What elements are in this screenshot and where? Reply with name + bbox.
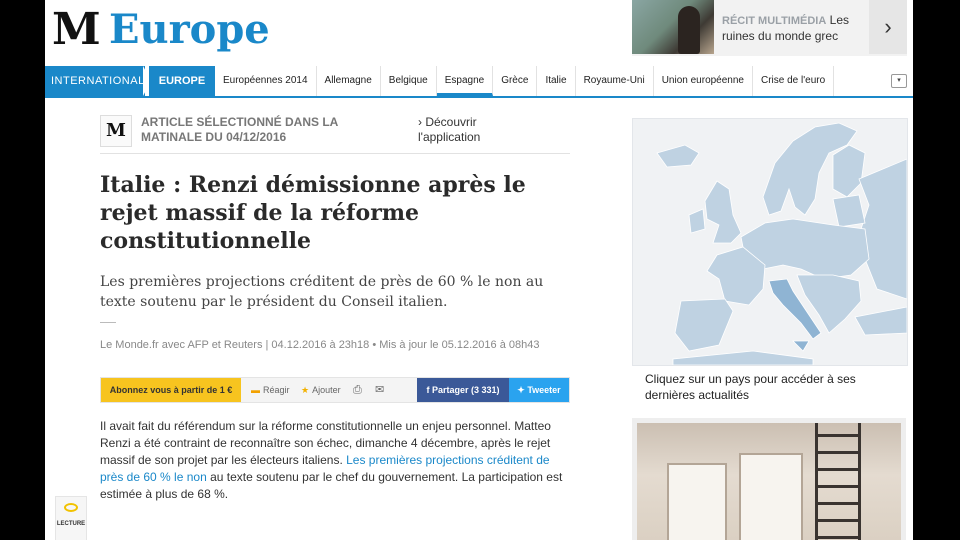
nav-subsections: Européennes 2014 Allemagne Belgique Espa… [215, 66, 835, 96]
nav-europe[interactable]: EUROPE [149, 66, 215, 96]
reading-mode-button[interactable]: LECTURE [55, 496, 87, 540]
le-monde-logo[interactable]: M [52, 4, 101, 55]
related-photo[interactable] [632, 418, 906, 540]
article-lead: Les premières projections créditent de p… [100, 274, 544, 310]
article-title: Italie : Renzi démissionne après le reje… [100, 172, 526, 254]
promo-card[interactable]: RÉCIT MULTIMÉDIA Les ruines du monde gre… [632, 0, 907, 56]
star-icon: ★ [301, 385, 310, 395]
article-meta: Le Monde.fr avec AFP et Reuters | 04.12.… [100, 339, 540, 351]
promo-thumbnail[interactable] [632, 0, 714, 54]
nav-international[interactable]: INTERNATIONAL [45, 66, 145, 96]
comment-icon: ▬ [251, 385, 260, 395]
photo-window-left [667, 463, 727, 540]
twitter-share-label: Tweeter [527, 385, 561, 395]
facebook-share-button[interactable]: f Partager (3 331) [417, 378, 509, 402]
photo-ladder [815, 423, 861, 540]
matinale-logo: M [100, 115, 132, 147]
promo-text[interactable]: RÉCIT MULTIMÉDIA Les ruines du monde gre… [722, 13, 872, 44]
europe-map-svg[interactable] [633, 119, 907, 365]
article-body: Il avait fait du référendum sur la réfor… [100, 418, 570, 503]
map-country-baltics[interactable] [832, 194, 866, 228]
section-title[interactable]: Europe [109, 6, 270, 53]
twitter-icon: ✦ [517, 385, 528, 395]
nav-item-royaume-uni[interactable]: Royaume-Uni [576, 66, 654, 96]
page: M Europe RÉCIT MULTIMÉDIA Les ruines du … [45, 0, 913, 540]
divider [100, 322, 116, 323]
photo-interior-image [637, 423, 901, 540]
section-nav: INTERNATIONAL EUROPE Européennes 2014 Al… [45, 66, 913, 98]
eye-icon [64, 503, 78, 512]
reading-mode-label: LECTURE [56, 521, 86, 527]
react-label: Réagir [263, 385, 290, 395]
add-label: Ajouter [312, 385, 341, 395]
react-button[interactable]: ▬ Réagir [251, 378, 290, 402]
photo-window-right [739, 453, 803, 540]
nav-item-italie[interactable]: Italie [537, 66, 576, 96]
nav-item-europeennes-2014[interactable]: Européennes 2014 [215, 66, 317, 96]
nav-item-allemagne[interactable]: Allemagne [317, 66, 381, 96]
promo-kicker: RÉCIT MULTIMÉDIA [722, 15, 827, 27]
nav-item-union-europeenne[interactable]: Union européenne [654, 66, 753, 96]
nav-item-espagne[interactable]: Espagne [436, 66, 494, 96]
subscribe-button[interactable]: Abonnez vous à partir de 1 € [101, 378, 241, 402]
add-button[interactable]: ★ Ajouter [301, 378, 341, 402]
matinale-selection: M ARTICLE SÉLECTIONNÉ DANS LA MATINALE D… [100, 113, 570, 154]
twitter-share-button[interactable]: ✦ Tweeter [509, 378, 569, 402]
europe-map[interactable] [632, 118, 908, 366]
email-icon[interactable]: ✉ [375, 378, 384, 402]
chevron-right-icon[interactable]: › [869, 0, 907, 54]
nav-dropdown-toggle[interactable]: ▾ [891, 74, 907, 88]
facebook-share-label: Partager (3 331) [431, 385, 500, 395]
discover-app-link[interactable]: › Découvrir l'application [418, 115, 518, 145]
map-caption: Cliquez sur un pays pour accéder à ses d… [645, 372, 856, 402]
nav-item-crise-euro[interactable]: Crise de l'euro [753, 66, 835, 96]
nav-item-grece[interactable]: Grèce [493, 66, 538, 96]
article-actions: Abonnez vous à partir de 1 € ▬ Réagir ★ Aj… [100, 377, 570, 403]
promo-person-image [678, 6, 700, 54]
print-icon[interactable]: ⎙ [353, 378, 362, 402]
matinale-label: ARTICLE SÉLECTIONNÉ DANS LA MATINALE DU … [141, 115, 338, 144]
masthead: M Europe RÉCIT MULTIMÉDIA Les ruines du … [45, 0, 913, 66]
nav-item-belgique[interactable]: Belgique [381, 66, 437, 96]
